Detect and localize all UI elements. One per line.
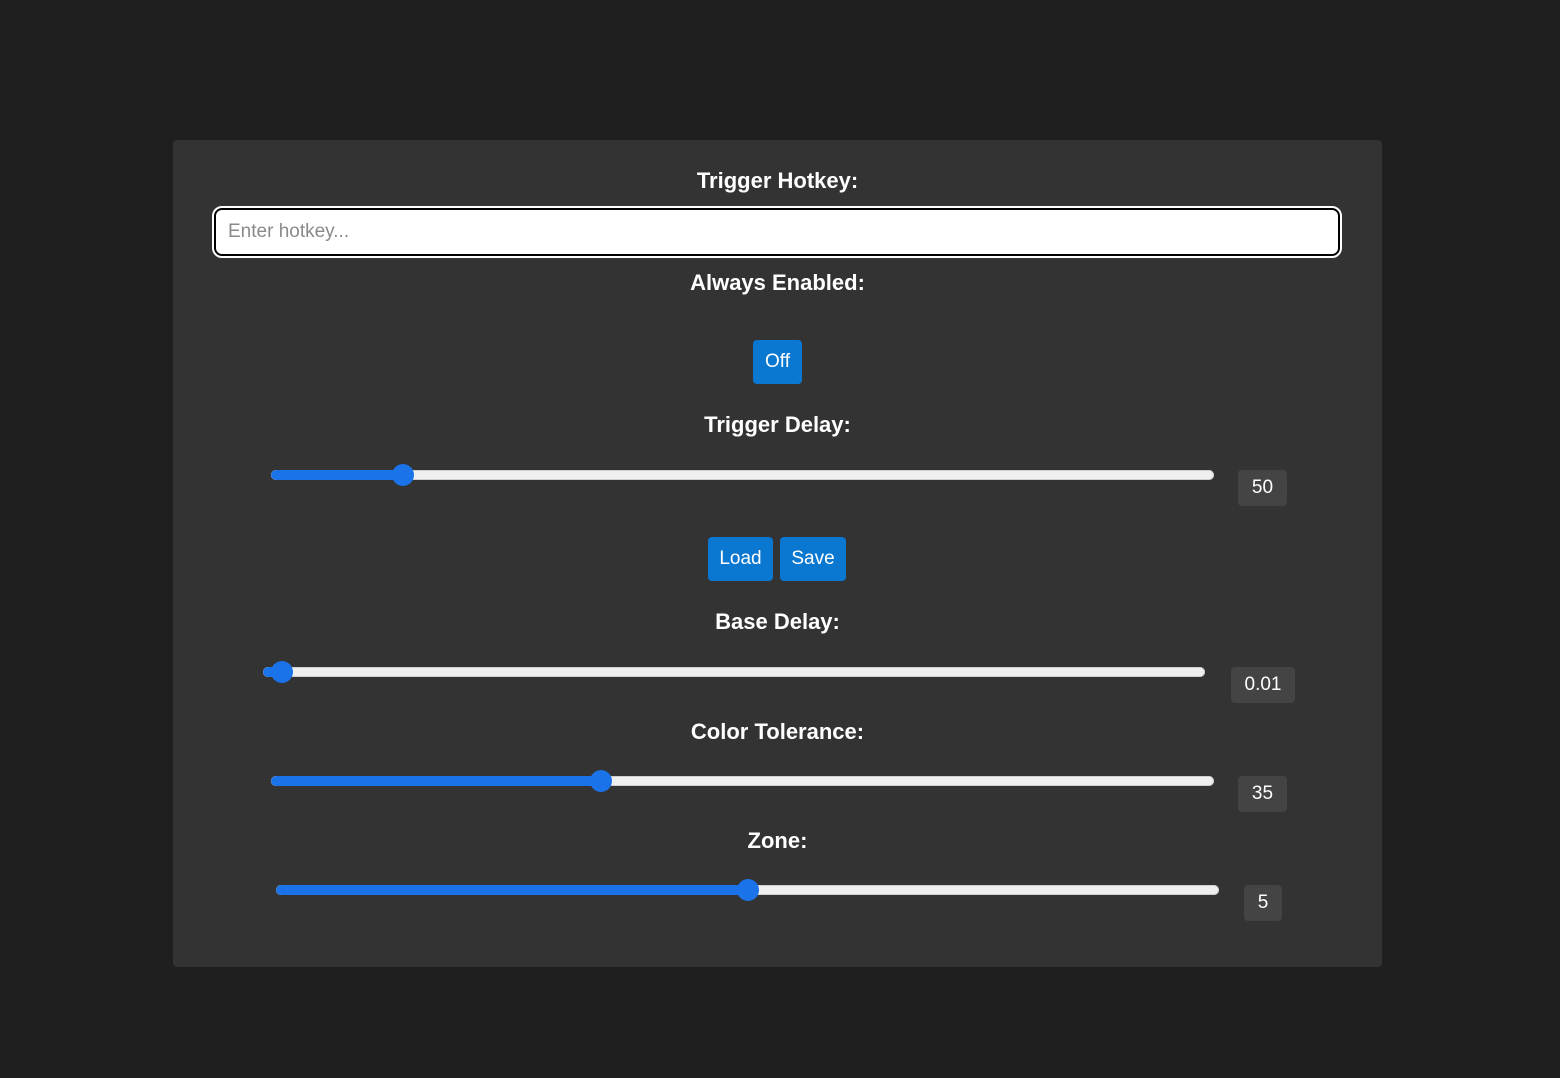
trigger-delay-slider[interactable]	[271, 464, 1214, 486]
color-tolerance-value: 35	[1238, 776, 1287, 812]
slider-fill	[276, 885, 748, 895]
slider-thumb[interactable]	[270, 661, 293, 683]
trigger-delay-value: 50	[1238, 470, 1287, 506]
slider-fill	[271, 776, 602, 786]
base-delay-label: Base Delay:	[715, 609, 840, 634]
slider-track	[263, 667, 1205, 677]
hotkey-input[interactable]	[212, 206, 1342, 258]
zone-slider[interactable]	[276, 879, 1219, 901]
trigger-delay-label: Trigger Delay:	[704, 412, 851, 437]
always-enabled-toggle-button[interactable]: Off	[753, 340, 802, 384]
zone-value: 5	[1244, 885, 1282, 921]
zone-label: Zone:	[747, 828, 808, 853]
color-tolerance-label: Color Tolerance:	[690, 719, 865, 744]
color-tolerance-slider[interactable]	[271, 770, 1214, 792]
trigger-hotkey-label: Trigger Hotkey:	[696, 168, 859, 193]
slider-fill	[271, 470, 404, 480]
settings-panel: Trigger Hotkey: Always Enabled: Off Trig…	[173, 140, 1382, 967]
slider-thumb[interactable]	[736, 879, 759, 901]
slider-track	[271, 776, 1214, 786]
load-button[interactable]: Load	[708, 537, 773, 581]
slider-thumb[interactable]	[590, 770, 613, 792]
base-delay-slider[interactable]	[263, 661, 1205, 683]
base-delay-value: 0.01	[1231, 667, 1295, 703]
save-button[interactable]: Save	[780, 537, 846, 581]
slider-thumb[interactable]	[392, 464, 415, 486]
always-enabled-label: Always Enabled:	[690, 270, 865, 295]
